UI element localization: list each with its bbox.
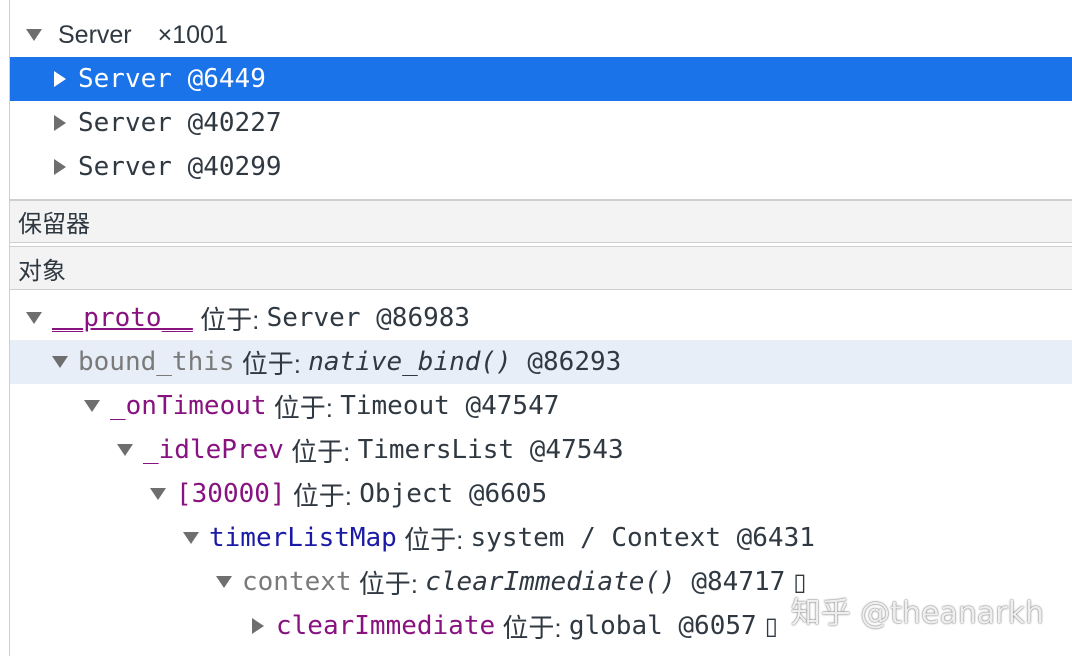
retainer-id: @47547 [465, 391, 560, 421]
retainer-key[interactable]: context [242, 567, 352, 597]
instance-row[interactable]: Server @6449 [10, 57, 1072, 101]
instance-name: Server [78, 108, 172, 138]
retainer-id: @84717 [691, 567, 786, 597]
retainer-row[interactable]: bound_this 位于: native_bind() @86293 [10, 340, 1072, 384]
retainer-key[interactable]: timerListMap [209, 523, 397, 553]
collapse-triangle-icon[interactable] [252, 618, 264, 634]
retainer-type: TimersList [357, 435, 515, 465]
retainer-id: @86983 [376, 303, 471, 333]
retainer-key[interactable]: _idlePrev [143, 435, 284, 465]
retainer-type: Object [359, 479, 454, 509]
expand-triangle-icon[interactable] [150, 488, 166, 500]
retainer-row[interactable]: [30000] 位于: Object @6605 [10, 472, 1072, 516]
retainer-row[interactable]: _idlePrev 位于: TimersList @47543 [10, 428, 1072, 472]
retainer-id: @6431 [736, 523, 815, 553]
instance-id: @6449 [187, 64, 266, 94]
expand-triangle-icon[interactable] [84, 400, 100, 412]
retainer-key[interactable]: clearImmediate [276, 611, 495, 641]
retainer-type: native_bind() [308, 347, 512, 377]
retainer-type: global [568, 611, 663, 641]
instance-name: Server [78, 152, 172, 182]
retainer-row[interactable]: context 位于: clearImmediate() @84717 ▯ [10, 560, 1072, 604]
collapse-triangle-icon[interactable] [54, 115, 66, 131]
object-column-header[interactable]: 对象 [10, 246, 1072, 290]
constructor-name: Server [58, 20, 132, 49]
retainer-key[interactable]: _onTimeout [110, 391, 267, 421]
expand-triangle-icon[interactable] [26, 312, 42, 324]
retainer-id: @6057 [678, 611, 757, 641]
retainers-tab-label: 保留器 [18, 210, 90, 238]
retained-in-label: 位于: [285, 480, 360, 511]
retainer-row[interactable]: clearImmediate 位于: global @6057 ▯ [10, 604, 1072, 648]
instance-count: ×1001 [157, 20, 228, 49]
retained-in-label: 位于: [396, 524, 471, 555]
placeholder-glyph-icon: ▯ [793, 568, 807, 596]
retainer-type: system / Context [470, 523, 721, 553]
instance-id: @40299 [187, 152, 282, 182]
expand-triangle-icon[interactable] [216, 576, 232, 588]
retainer-key[interactable]: __proto__ [52, 303, 193, 333]
retainer-row[interactable]: timerListMap 位于: system / Context @6431 [10, 516, 1072, 560]
instance-name: Server [78, 64, 172, 94]
instance-row[interactable]: Server @40299 [10, 145, 1072, 189]
retainer-type: Server [266, 303, 361, 333]
retained-in-label: 位于: [495, 612, 569, 643]
retained-in-label: 位于: [283, 436, 358, 467]
left-gutter [0, 0, 10, 656]
retainer-id: @86293 [527, 347, 622, 377]
expand-triangle-icon[interactable] [183, 532, 199, 544]
constructor-group-server[interactable]: Server ×1001 [10, 13, 1072, 57]
expand-triangle-icon[interactable] [26, 29, 42, 41]
retainer-type: clearImmediate() [425, 567, 676, 597]
collapse-triangle-icon[interactable] [54, 159, 66, 175]
retainers-tab[interactable]: 保留器 [10, 199, 1072, 243]
instance-row[interactable]: Server @40227 [10, 101, 1072, 145]
retainer-row[interactable]: _onTimeout 位于: Timeout @47547 [10, 384, 1072, 428]
expand-triangle-icon[interactable] [52, 356, 68, 368]
retainer-id: @47543 [529, 435, 624, 465]
retained-in-label: 位于: [266, 392, 341, 423]
collapse-triangle-icon[interactable] [54, 71, 66, 87]
retainer-key[interactable]: [30000] [176, 479, 286, 509]
placeholder-glyph-icon: ▯ [764, 612, 778, 640]
retained-in-label: 位于: [234, 348, 309, 379]
retainer-key[interactable]: bound_this [78, 347, 235, 377]
retainer-type: Timeout [340, 391, 450, 421]
object-column-label: 对象 [18, 256, 66, 285]
instance-id: @40227 [187, 108, 282, 138]
retainer-id: @6605 [468, 479, 548, 509]
retained-in-label: 位于: [351, 568, 426, 599]
retainer-row[interactable]: __proto__ 位于: Server @86983 [10, 296, 1072, 340]
retained-in-label: 位于: [192, 304, 267, 335]
expand-triangle-icon[interactable] [117, 444, 133, 456]
